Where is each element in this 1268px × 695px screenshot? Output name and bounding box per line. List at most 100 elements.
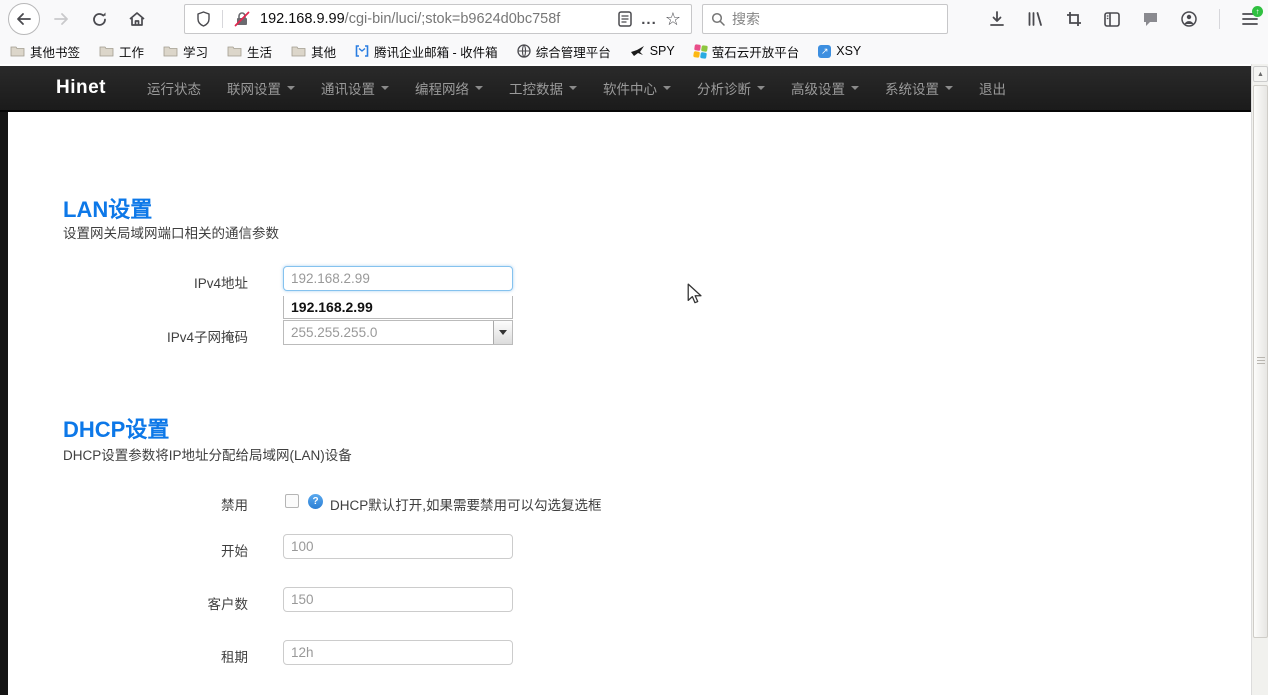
search-box[interactable] xyxy=(702,4,948,34)
menu-logout[interactable]: 退出 xyxy=(966,78,1019,98)
dhcp-lease-input[interactable] xyxy=(283,640,513,665)
ipv4-address-label: IPv4地址 xyxy=(63,272,248,292)
menu-hamburger-icon[interactable]: ↑ xyxy=(1242,12,1258,26)
dhcp-clients-label: 客户数 xyxy=(63,593,248,613)
scrollbar-thumb[interactable] xyxy=(1253,85,1268,638)
lan-section-subtitle: 设置网关局域网端口相关的通信参数 xyxy=(63,222,279,242)
folder-icon xyxy=(99,45,114,57)
dhcp-disable-checkbox[interactable] xyxy=(285,494,299,508)
menu-programming-network[interactable]: 编程网络 xyxy=(402,78,496,98)
bookmark-folder-study[interactable]: 学习 xyxy=(163,42,208,61)
account-icon[interactable] xyxy=(1181,11,1197,27)
ipv4-address-input[interactable] xyxy=(283,266,513,291)
bookmark-tencent-mail[interactable]: 腾讯企业邮箱 - 收件箱 xyxy=(355,42,498,61)
dhcp-start-input[interactable] xyxy=(283,534,513,559)
chevron-down-icon xyxy=(381,86,389,90)
scrollbar[interactable]: ▲ xyxy=(1251,64,1268,695)
reader-mode-icon[interactable] xyxy=(613,7,637,31)
page-viewport: Hinet 运行状态 联网设置 通讯设置 编程网络 工控数据 软件中心 分析诊断… xyxy=(0,64,1251,695)
chevron-down-icon xyxy=(851,86,859,90)
tracking-shield-icon[interactable] xyxy=(191,7,215,31)
chevron-down-icon xyxy=(663,86,671,90)
site-menu: 运行状态 联网设置 通讯设置 编程网络 工控数据 软件中心 分析诊断 高级设置 … xyxy=(134,78,1019,98)
url-bar[interactable]: 192.168.9.99/cgi-bin/luci/;stok=b9624d0b… xyxy=(184,4,692,34)
menu-software-center[interactable]: 软件中心 xyxy=(590,78,684,98)
menu-system-settings[interactable]: 系统设置 xyxy=(872,78,966,98)
reload-icon xyxy=(91,11,108,28)
folder-icon xyxy=(163,45,178,57)
search-input[interactable] xyxy=(732,11,939,27)
back-arrow-icon xyxy=(16,11,32,27)
menu-run-status[interactable]: 运行状态 xyxy=(134,78,214,98)
bookmark-folder-other[interactable]: 其他书签 xyxy=(10,42,80,61)
insecure-lock-icon[interactable] xyxy=(230,7,254,31)
downloads-icon[interactable] xyxy=(989,11,1005,27)
url-fade xyxy=(579,11,613,27)
urlbar-divider xyxy=(222,10,223,28)
forward-button[interactable] xyxy=(46,4,76,34)
back-button[interactable] xyxy=(8,3,40,35)
menu-advanced-settings[interactable]: 高级设置 xyxy=(778,78,872,98)
menu-diagnostics[interactable]: 分析诊断 xyxy=(684,78,778,98)
scrollbar-up-arrow[interactable]: ▲ xyxy=(1253,66,1268,82)
page-content: LAN设置 设置网关局域网端口相关的通信参数 IPv4地址 192.168.2.… xyxy=(8,114,1251,695)
toolbar-separator xyxy=(1219,9,1220,29)
search-icon xyxy=(711,12,725,26)
mouse-cursor xyxy=(685,283,703,305)
site-navbar: Hinet 运行状态 联网设置 通讯设置 编程网络 工控数据 软件中心 分析诊断… xyxy=(0,66,1251,112)
url-host: 192.168.9.99 xyxy=(260,11,345,27)
folder-icon xyxy=(227,45,242,57)
dhcp-section-title: DHCP设置 xyxy=(63,412,169,444)
dhcp-disable-hint: DHCP默认打开,如果需要禁用可以勾选复选框 xyxy=(330,494,602,514)
help-icon[interactable]: ? xyxy=(308,494,323,509)
bookmark-ezviz[interactable]: 萤石云开放平台 xyxy=(694,42,800,61)
ezviz-colors-icon xyxy=(693,44,708,59)
bookmarks-bar: 其他书签 工作 学习 生活 其他 腾讯企业邮箱 - 收件箱 综合管理平台 SP xyxy=(0,38,1268,64)
dhcp-start-label: 开始 xyxy=(63,540,248,560)
tencent-mail-icon xyxy=(355,45,369,57)
ipv4-netmask-label: IPv4子网掩码 xyxy=(63,326,248,346)
bookmark-mgmt-platform[interactable]: 综合管理平台 xyxy=(517,42,611,61)
library-icon[interactable] xyxy=(1027,11,1044,27)
bookmark-folder-misc[interactable]: 其他 xyxy=(291,42,336,61)
left-black-strip xyxy=(0,66,8,695)
page-actions-icon[interactable]: ... xyxy=(637,7,661,31)
messages-icon[interactable] xyxy=(1142,11,1159,27)
menu-network-settings[interactable]: 联网设置 xyxy=(214,78,308,98)
chevron-down-icon xyxy=(945,86,953,90)
home-icon xyxy=(128,10,146,28)
bookmark-folder-life[interactable]: 生活 xyxy=(227,42,272,61)
dhcp-section-subtitle: DHCP设置参数将IP地址分配给局域网(LAN)设备 xyxy=(63,444,352,464)
chevron-down-icon xyxy=(757,86,765,90)
chevron-down-icon xyxy=(499,330,507,335)
bookmark-star-icon[interactable]: ☆ xyxy=(661,7,685,31)
reload-button[interactable] xyxy=(84,4,114,34)
url-text[interactable]: 192.168.9.99/cgi-bin/luci/;stok=b9624d0b… xyxy=(260,11,613,27)
toolbar-right-icons: ↑ xyxy=(989,9,1258,29)
bookmark-xsy[interactable]: ↗ XSY xyxy=(818,44,861,58)
ipv4-autocomplete-suggestion[interactable]: 192.168.2.99 xyxy=(283,296,513,319)
chevron-down-icon xyxy=(569,86,577,90)
menu-industrial-data[interactable]: 工控数据 xyxy=(496,78,590,98)
sidebar-icon[interactable] xyxy=(1104,12,1120,27)
ipv4-netmask-select[interactable]: 255.255.255.0 xyxy=(283,320,513,345)
blue-arrow-square-icon: ↗ xyxy=(818,45,831,58)
screenshot-icon[interactable] xyxy=(1066,11,1082,27)
browser-window: 192.168.9.99/cgi-bin/luci/;stok=b9624d0b… xyxy=(0,0,1268,695)
folder-icon xyxy=(291,45,306,57)
globe-icon xyxy=(517,44,531,58)
browser-toolbar: 192.168.9.99/cgi-bin/luci/;stok=b9624d0b… xyxy=(0,0,1268,38)
bookmark-spy[interactable]: SPY xyxy=(630,44,675,58)
bird-icon xyxy=(630,45,645,57)
update-badge: ↑ xyxy=(1252,6,1263,17)
select-dropdown-button[interactable] xyxy=(493,321,512,344)
dhcp-clients-input[interactable] xyxy=(283,587,513,612)
dhcp-lease-label: 租期 xyxy=(63,646,248,666)
home-button[interactable] xyxy=(122,4,152,34)
menu-comm-settings[interactable]: 通讯设置 xyxy=(308,78,402,98)
brand-logo: Hinet xyxy=(56,77,106,99)
chevron-down-icon xyxy=(287,86,295,90)
scrollbar-grip-icon xyxy=(1257,357,1265,366)
bookmark-folder-work[interactable]: 工作 xyxy=(99,42,144,61)
lan-section-title: LAN设置 xyxy=(63,192,152,224)
